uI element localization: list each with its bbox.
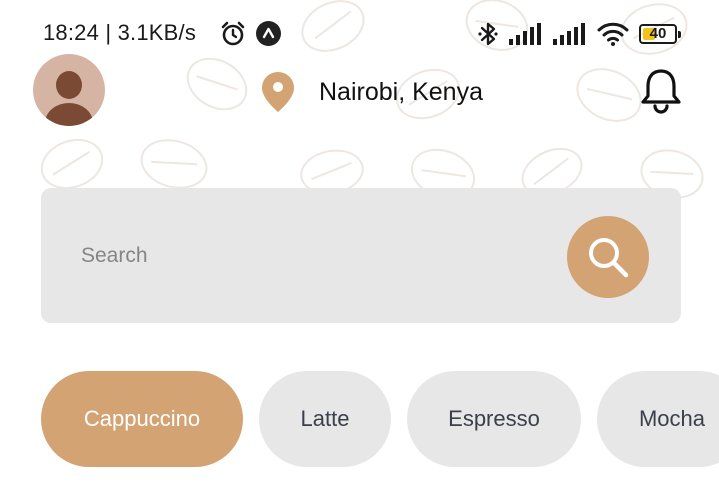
search-bar: [41, 188, 681, 323]
search-icon: [589, 238, 629, 278]
location-text[interactable]: Nairobi, Kenya: [319, 78, 483, 107]
app-badge-icon: [256, 21, 281, 46]
category-chips: Cappuccino Latte Espresso Mocha: [0, 371, 719, 467]
category-cappuccino[interactable]: Cappuccino: [41, 371, 243, 467]
battery-icon: 40: [639, 24, 681, 44]
bluetooth-icon: [478, 22, 498, 46]
search-input[interactable]: [81, 236, 541, 276]
category-mocha[interactable]: Mocha: [597, 371, 719, 467]
avatar-head: [56, 71, 82, 99]
status-icons: 40: [477, 20, 681, 48]
wifi-icon: [597, 22, 629, 46]
battery-level: 40: [649, 25, 667, 42]
avatar[interactable]: [33, 54, 105, 126]
alarm-icon: [221, 21, 245, 46]
search-button[interactable]: [567, 216, 649, 298]
location-pin-icon: [262, 72, 294, 112]
avatar-body: [45, 103, 93, 126]
category-espresso[interactable]: Espresso: [407, 371, 581, 467]
status-bar: 18:24 | 3.1KB/s 40: [0, 0, 719, 68]
status-time: 18:24 | 3.1KB/s: [43, 20, 197, 45]
signal-icon: [553, 23, 585, 45]
category-latte[interactable]: Latte: [259, 371, 391, 467]
bell-icon[interactable]: [639, 66, 683, 114]
signal-icon: [509, 23, 541, 45]
